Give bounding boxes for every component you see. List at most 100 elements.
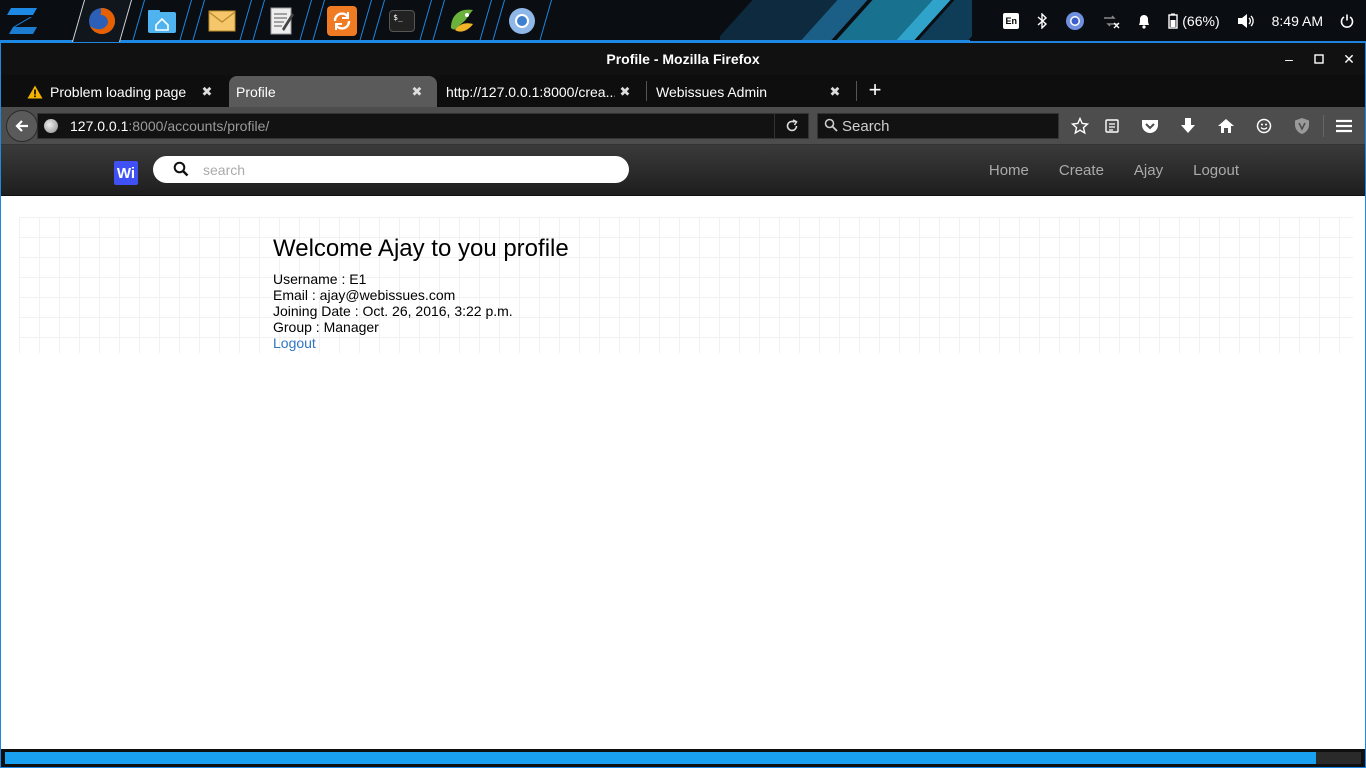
profile-heading: Welcome Ajay to you profile (273, 235, 569, 262)
bookmarks-list-icon (1105, 119, 1119, 133)
hamburger-menu-icon (1336, 119, 1352, 133)
site-search-input[interactable] (203, 160, 603, 180)
taskbar-files-button[interactable] (131, 0, 193, 42)
clock[interactable]: 8:49 AM (1272, 0, 1323, 42)
maximize-icon (1314, 54, 1324, 64)
tab-separator (856, 81, 857, 101)
back-button[interactable] (6, 110, 38, 142)
reload-button[interactable] (774, 114, 808, 138)
tab-profile[interactable]: Profile ✖ (229, 76, 437, 107)
battery-percent: (66%) (1182, 13, 1220, 29)
bookmark-star-button[interactable] (1069, 115, 1091, 137)
nav-logout-link[interactable]: Logout (1193, 162, 1239, 179)
search-icon (824, 118, 838, 132)
minimize-button[interactable]: – (1279, 49, 1299, 69)
firefox-window: Profile - Mozilla Firefox – ✕ Problem lo… (0, 42, 1366, 768)
bookmarks-menu-button[interactable] (1101, 115, 1123, 137)
search-bar[interactable] (817, 113, 1059, 139)
network-disconnected-icon[interactable] (1102, 0, 1120, 42)
home-icon (1218, 119, 1234, 133)
chromium-tray-icon[interactable] (1065, 0, 1085, 42)
home-button[interactable] (1215, 115, 1237, 137)
text-editor-icon (267, 6, 297, 36)
volume-icon[interactable] (1237, 0, 1255, 42)
site-logo[interactable]: Wi (114, 161, 138, 185)
nav-home-link[interactable]: Home (989, 162, 1029, 179)
smiley-icon (1256, 118, 1272, 134)
chromium-icon (507, 6, 537, 36)
terminal-icon: $_ (389, 10, 415, 32)
profile-group: Group : Manager (273, 319, 379, 335)
tab-close-icon[interactable]: ✖ (825, 84, 845, 100)
url-path: :8000/accounts/profile/ (128, 118, 270, 134)
taskbar-mail-button[interactable] (191, 0, 253, 42)
tab-label: Problem loading page (50, 83, 187, 100)
keyboard-layout-label: En (1003, 13, 1020, 29)
taskbar-decoration (720, 0, 972, 42)
url-bar[interactable]: 127.0.0.1:8000/accounts/profile/ (37, 113, 809, 139)
tab-problem-loading[interactable]: Problem loading page ✖ (3, 76, 227, 107)
site-nav-links: Home Create Ajay Logout (959, 162, 1239, 179)
tab-close-icon[interactable]: ✖ (407, 84, 427, 100)
folder-home-icon (147, 6, 177, 36)
taskbar-terminal-button[interactable]: $_ (371, 0, 433, 42)
zorin-menu-icon[interactable] (2, 1, 44, 41)
firefox-icon (87, 6, 117, 36)
battery-indicator[interactable]: (66%) (1168, 0, 1220, 42)
profile-panel: Welcome Ajay to you profile Username : E… (273, 235, 569, 353)
tab-label: Webissues Admin (656, 83, 768, 100)
back-arrow-icon (15, 120, 28, 132)
taskbar-updater-button[interactable] (311, 0, 373, 42)
profile-username: Username : E1 (273, 271, 367, 287)
pycharm-icon (447, 6, 477, 36)
keyboard-layout-indicator[interactable]: En (1003, 0, 1020, 42)
mail-icon (207, 6, 237, 36)
download-arrow-icon (1181, 118, 1195, 133)
tab-separator (646, 81, 647, 101)
profile-email: Email : ajay@webissues.com (273, 287, 456, 303)
nav-create-link[interactable]: Create (1059, 162, 1104, 179)
site-identity-icon[interactable] (44, 119, 58, 133)
tab-create[interactable]: http://127.0.0.1:8000/crea... ✖ (439, 76, 645, 107)
search-icon (173, 161, 189, 177)
software-update-icon (327, 6, 357, 36)
tab-close-icon[interactable]: ✖ (197, 84, 217, 100)
search-input[interactable] (842, 116, 1052, 136)
bluetooth-icon[interactable] (1036, 0, 1048, 42)
nav-user-link[interactable]: Ajay (1134, 162, 1163, 179)
pocket-button[interactable] (1139, 115, 1161, 137)
os-taskbar: $_ En (66%) 8:49 AM (0, 0, 1366, 42)
url-host: 127.0.0.1 (70, 118, 129, 134)
shield-extension-button[interactable] (1291, 115, 1313, 137)
taskbar-firefox-button[interactable] (71, 0, 133, 42)
taskbar-editor-button[interactable] (251, 0, 313, 42)
open-menu-button[interactable] (1333, 115, 1355, 137)
battery-icon (1168, 13, 1178, 29)
downloads-button[interactable] (1177, 115, 1199, 137)
tab-webissues-admin[interactable]: Webissues Admin ✖ (649, 76, 855, 107)
notifications-bell-icon[interactable] (1137, 0, 1151, 42)
taskbar-chromium-button[interactable] (491, 0, 553, 42)
desktop: $_ En (66%) 8:49 AM Profile - Mozilla Fi… (0, 0, 1366, 768)
window-title: Profile - Mozilla Firefox (606, 51, 760, 67)
site-navbar: Wi Home Create Ajay Logout (1, 145, 1365, 196)
tab-close-icon[interactable]: ✖ (615, 84, 635, 100)
star-icon (1071, 117, 1089, 135)
site-search-box[interactable] (153, 156, 629, 183)
shield-icon (1295, 118, 1309, 134)
profile-logout-link[interactable]: Logout (273, 335, 316, 351)
grid-background (19, 217, 1353, 353)
page-load-progress-fill (5, 752, 1317, 764)
profile-joining-date: Joining Date : Oct. 26, 2016, 3:22 p.m. (273, 303, 513, 319)
power-icon[interactable] (1340, 0, 1354, 42)
window-titlebar: Profile - Mozilla Firefox – ✕ (1, 43, 1365, 75)
close-window-button[interactable]: ✕ (1339, 49, 1359, 69)
reload-icon (786, 119, 798, 132)
new-tab-button[interactable]: + (863, 76, 887, 106)
taskbar-pycharm-button[interactable] (431, 0, 493, 42)
maximize-button[interactable] (1309, 49, 1329, 69)
hello-button[interactable] (1253, 115, 1275, 137)
url-text: 127.0.0.1:8000/accounts/profile/ (70, 118, 269, 134)
tab-strip: Problem loading page ✖ Profile ✖ http://… (1, 75, 1365, 107)
tab-label: Profile (236, 83, 276, 100)
